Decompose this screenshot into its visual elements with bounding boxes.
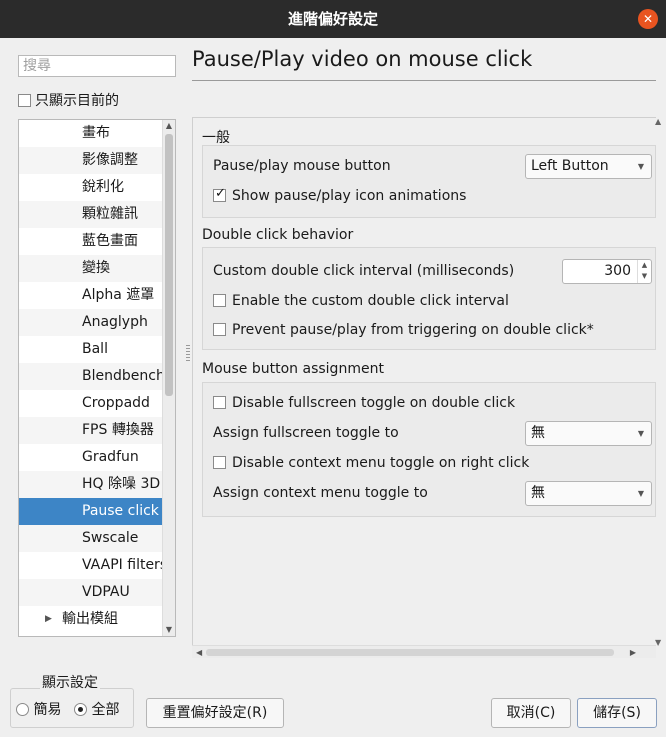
disable-fullscreen-checkbox[interactable] [213, 396, 226, 409]
window-title: 進階偏好設定 [287, 10, 378, 28]
tree-item[interactable]: HQ 除噪 3D [19, 471, 163, 498]
assign-context-value: 無 [531, 485, 545, 501]
disable-fullscreen-row[interactable]: Disable fullscreen toggle on double clic… [213, 395, 515, 411]
save-button[interactable]: 儲存(S) [577, 698, 657, 728]
mouse-button-value: Left Button [531, 158, 609, 174]
mouse-button-dropdown[interactable]: Left Button ▼ [525, 154, 652, 179]
only-current-checkbox[interactable] [18, 94, 31, 107]
assign-fullscreen-dropdown[interactable]: 無 ▼ [525, 421, 652, 446]
disable-context-row[interactable]: Disable context menu toggle on right cli… [213, 455, 529, 471]
assign-context-dropdown[interactable]: 無 ▼ [525, 481, 652, 506]
scroll-left-icon[interactable]: ◀ [196, 646, 202, 659]
close-icon: ✕ [642, 12, 654, 26]
preferences-tree[interactable]: 畫布 影像調整 銳利化 顆粒雜訊 藍色畫面 變換 Alpha 遮罩 Anagly… [18, 119, 176, 637]
enable-custom-checkbox[interactable] [213, 294, 226, 307]
close-button[interactable]: ✕ [638, 9, 658, 29]
interval-spinbox[interactable]: 300 ▲ ▼ [562, 259, 652, 284]
interval-value: 300 [604, 263, 631, 279]
disable-fullscreen-label: Disable fullscreen toggle on double clic… [232, 395, 516, 411]
scroll-up-icon[interactable]: ▲ [163, 120, 175, 132]
tree-item[interactable]: 畫布 [19, 120, 163, 147]
only-current-toggle[interactable]: 只顯示目前的 [18, 90, 119, 110]
scroll-up-icon[interactable]: ▲ [655, 117, 661, 126]
tree-item[interactable]: Ball [19, 336, 163, 363]
title-bar: 進階偏好設定 ✕ [0, 0, 666, 38]
all-radio[interactable] [74, 703, 87, 716]
enable-custom-label: Enable the custom double click interval [232, 293, 509, 309]
disable-context-checkbox[interactable] [213, 456, 226, 469]
tree-item[interactable]: 銳利化 [19, 174, 163, 201]
title-divider [192, 80, 656, 81]
tree-item[interactable]: Alpha 遮罩 [19, 282, 163, 309]
show-icon-row[interactable]: Show pause/play icon animations [213, 186, 467, 204]
show-icon-checkbox[interactable] [213, 186, 226, 202]
only-current-label: 只顯示目前的 [35, 93, 119, 109]
scrollbar-thumb[interactable] [206, 649, 614, 656]
show-icon-label: Show pause/play icon animations [232, 188, 467, 204]
prevent-checkbox[interactable] [213, 323, 226, 336]
section-mouse-assignment-header: Mouse button assignment [202, 361, 384, 377]
interval-label: Custom double click interval (millisecon… [213, 263, 515, 279]
tree-item[interactable]: 藍色畫面 [19, 228, 163, 255]
tree-item[interactable]: Anaglyph [19, 309, 163, 336]
scroll-down-icon[interactable]: ▼ [163, 624, 175, 636]
tree-item[interactable]: Swscale [19, 525, 163, 552]
all-mode-option[interactable]: 全部 [74, 699, 119, 719]
tree-item[interactable]: 變換 [19, 255, 163, 282]
tree-item[interactable]: VDPAU [19, 579, 163, 606]
disable-context-label: Disable context menu toggle on right cli… [232, 455, 530, 471]
assign-fullscreen-value: 無 [531, 425, 545, 441]
tree-item-selected[interactable]: Pause click [19, 498, 163, 525]
spin-buttons[interactable]: ▲ ▼ [637, 260, 651, 283]
tree-item[interactable]: Croppadd [19, 390, 163, 417]
all-label: 全部 [91, 702, 120, 718]
tree-item[interactable]: VAAPI filters [19, 552, 163, 579]
splitter-handle[interactable] [186, 345, 190, 363]
panel-vertical-scrollbar[interactable]: ▲ ▼ [655, 117, 666, 647]
tree-item-label: 輸出模組 [62, 611, 118, 627]
chevron-down-icon: ▼ [637, 162, 644, 171]
chevron-down-icon: ▼ [637, 429, 644, 438]
assign-context-label: Assign context menu toggle to [213, 485, 428, 501]
simple-label: 簡易 [33, 702, 62, 718]
spin-down-icon[interactable]: ▼ [638, 271, 651, 282]
panel-horizontal-scrollbar[interactable]: ◀ ▶ [192, 645, 656, 658]
simple-radio[interactable] [16, 703, 29, 716]
section-double-click-header: Double click behavior [202, 227, 354, 243]
search-input[interactable] [18, 55, 176, 77]
display-settings-label: 顯示設定 [40, 672, 100, 692]
tree-item[interactable]: FPS 轉換器 [19, 417, 163, 444]
chevron-down-icon: ▼ [637, 489, 644, 498]
assign-fullscreen-label: Assign fullscreen toggle to [213, 425, 399, 441]
expand-arrow-icon[interactable]: ▶ [45, 606, 52, 633]
scrollbar-thumb[interactable] [165, 134, 173, 396]
mouse-button-label: Pause/play mouse button [213, 158, 391, 174]
reset-preferences-button[interactable]: 重置偏好設定(R) [146, 698, 284, 728]
enable-custom-row[interactable]: Enable the custom double click interval [213, 293, 509, 309]
tree-item[interactable]: Gradfun [19, 444, 163, 471]
spin-up-icon[interactable]: ▲ [638, 260, 651, 271]
section-general-header: 一般 [202, 130, 230, 146]
page-title: Pause/Play video on mouse click [192, 47, 533, 71]
tree-item-output-modules[interactable]: ▶ 輸出模組 [19, 606, 163, 633]
prevent-label: Prevent pause/play from triggering on do… [232, 322, 594, 338]
cancel-button[interactable]: 取消(C) [491, 698, 571, 728]
tree-item[interactable]: 顆粒雜訊 [19, 201, 163, 228]
tree-item[interactable]: 影像調整 [19, 147, 163, 174]
tree-item[interactable]: Blendbench [19, 363, 163, 390]
scroll-right-icon[interactable]: ▶ [630, 646, 636, 659]
tree-scrollbar[interactable]: ▲ ▼ [162, 120, 175, 636]
prevent-row[interactable]: Prevent pause/play from triggering on do… [213, 322, 594, 338]
simple-mode-option[interactable]: 簡易 [16, 699, 61, 719]
